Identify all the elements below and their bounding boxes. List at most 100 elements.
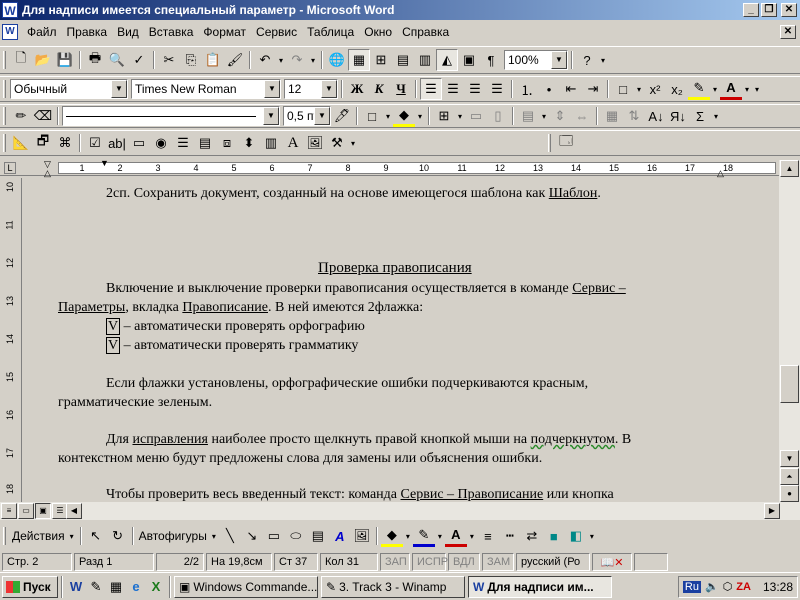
status-extend[interactable]: ВДЛ — [448, 553, 480, 571]
horizontal-scrollbar[interactable]: ≡ ▭ ▣ ☰ ◀ ▶ — [0, 502, 800, 520]
tables-borders-icon[interactable]: ▦ — [348, 49, 370, 71]
numbering-icon[interactable]: ⒈ — [516, 78, 538, 100]
undo-icon[interactable]: ↶ — [254, 49, 276, 71]
save-icon[interactable]: 💾 — [54, 49, 76, 71]
status-overtype[interactable]: ЗАМ — [482, 553, 514, 571]
columns-icon[interactable]: ▥ — [414, 49, 436, 71]
open-folder-icon[interactable]: 📂 — [32, 49, 54, 71]
print-layout-icon[interactable]: ▣ — [35, 503, 51, 519]
toggle-button-control-icon[interactable]: ⧈ — [216, 132, 238, 154]
fill-color-dropdown-icon[interactable]: ▾ — [403, 532, 413, 541]
status-record[interactable]: ЗАП — [380, 553, 410, 571]
align-center-icon[interactable]: ☰ — [442, 78, 464, 100]
increase-indent-icon[interactable]: ⇥ — [582, 78, 604, 100]
document-map-icon[interactable]: ▣ — [458, 49, 480, 71]
sort-descending-icon[interactable]: Я↓ — [667, 105, 689, 127]
normal-view-icon[interactable]: ≡ — [1, 503, 17, 519]
style-combo[interactable]: Обычный ▼ — [10, 79, 128, 99]
volume-icon[interactable]: 🔈 — [705, 580, 719, 593]
toolbar-handle[interactable] — [3, 527, 6, 545]
drawing-icon[interactable]: ◭ — [436, 49, 458, 71]
underline-button[interactable]: Ч — [390, 78, 412, 100]
menu-format[interactable]: Формат — [198, 25, 251, 39]
winamp-quicklaunch-icon[interactable]: ▦ — [106, 577, 126, 597]
more-buttons-icon[interactable]: ▾ — [752, 85, 762, 94]
undo-dropdown-icon[interactable]: ▾ — [276, 56, 286, 65]
new-document-icon[interactable]: 🗋 — [10, 49, 32, 71]
vertical-scrollbar[interactable]: ▲ ▼ ⏶ ● — [779, 160, 800, 502]
autosum-icon[interactable]: Σ — [689, 105, 711, 127]
design-mode-icon[interactable]: 📐 — [10, 132, 32, 154]
combobox-control-icon[interactable]: ▤ — [194, 132, 216, 154]
print-icon[interactable]: 🖶 — [84, 49, 106, 71]
border-icon[interactable]: □ — [612, 78, 634, 100]
horizontal-ruler[interactable]: L 1 2 3 4 5 6 7 8 9 10 11 12 13 14 15 16… — [0, 158, 800, 178]
word-app-icon[interactable]: W — [2, 2, 18, 18]
align-dropdown-icon[interactable]: ▾ — [539, 112, 549, 121]
line-color-icon[interactable]: ✎ — [412, 525, 435, 547]
insert-table-icon[interactable]: ⊞ — [370, 49, 392, 71]
more-buttons-icon[interactable]: ▾ — [711, 112, 721, 121]
properties-icon[interactable]: 🗗 — [32, 132, 54, 154]
show-hide-icon[interactable]: ¶ — [480, 49, 502, 71]
pencil-quicklaunch-icon[interactable]: ✎ — [86, 577, 106, 597]
option-button-control-icon[interactable]: ◉ — [150, 132, 172, 154]
task-windows-commander[interactable]: ▣ Windows Commande... — [174, 575, 318, 598]
border-color-icon[interactable]: 🖊 — [331, 105, 353, 127]
dash-style-icon[interactable]: ┅ — [499, 525, 521, 547]
bold-button[interactable]: Ж — [346, 78, 368, 100]
ie-quicklaunch-icon[interactable]: e — [126, 577, 146, 597]
select-objects-icon[interactable]: ↖ — [85, 525, 107, 547]
insert-table-dropdown-icon[interactable]: ▾ — [455, 112, 465, 121]
menu-tools[interactable]: Сервис — [251, 25, 302, 39]
ruler-scale[interactable]: 1 2 3 4 5 6 7 8 9 10 11 12 13 14 15 16 1… — [58, 162, 776, 174]
start-button[interactable]: Пуск — [2, 575, 58, 598]
free-rotate-icon[interactable]: ↻ — [107, 525, 129, 547]
merge-cells-icon[interactable]: ▭ — [465, 105, 487, 127]
table-autoformat-icon[interactable]: ▦ — [601, 105, 623, 127]
task-word-document[interactable]: W Для надписи им... — [468, 575, 612, 598]
maximize-button[interactable]: ❐ — [761, 3, 777, 17]
label-control-icon[interactable]: A — [282, 132, 304, 154]
cut-icon[interactable]: ✂ — [158, 49, 180, 71]
more-buttons-icon[interactable]: ▾ — [348, 139, 358, 148]
text-box-icon[interactable]: ▤ — [307, 525, 329, 547]
3d-icon[interactable]: ◧ — [565, 525, 587, 547]
font-color-dropdown-icon[interactable]: ▾ — [467, 532, 477, 541]
autoshapes-menu[interactable]: Автофигуры — [137, 529, 209, 543]
rectangle-tool-icon[interactable]: ▭ — [263, 525, 285, 547]
excel-quicklaunch-icon[interactable]: X — [146, 577, 166, 597]
border-dropdown-icon[interactable]: ▾ — [383, 112, 393, 121]
line-style-icon[interactable]: ≡ — [477, 525, 499, 547]
arrow-tool-icon[interactable]: ↘ — [241, 525, 263, 547]
format-painter-icon[interactable]: 🖌 — [224, 49, 246, 71]
autoshapes-dropdown-icon[interactable]: ▾ — [209, 532, 219, 541]
toolbar-handle[interactable] — [3, 134, 6, 152]
document-icon[interactable]: W — [2, 24, 18, 40]
shading-dropdown-icon[interactable]: ▾ — [415, 112, 425, 121]
decrease-indent-icon[interactable]: ⇤ — [560, 78, 582, 100]
chevron-down-icon[interactable]: ▼ — [321, 80, 337, 98]
listbox-control-icon[interactable]: ☰ — [172, 132, 194, 154]
zoom-combo[interactable]: 100% ▼ — [504, 50, 568, 70]
draw-table-pencil-icon[interactable]: ✏ — [10, 105, 32, 127]
textbox-control-icon[interactable]: ab| — [106, 132, 128, 154]
border-dropdown-icon[interactable]: ▾ — [634, 85, 644, 94]
chevron-down-icon[interactable]: ▼ — [263, 107, 279, 125]
paste-icon[interactable]: 📋 — [202, 49, 224, 71]
chevron-down-icon[interactable]: ▼ — [314, 107, 330, 125]
actions-dropdown-icon[interactable]: ▾ — [67, 532, 77, 541]
font-size-combo[interactable]: 12 ▼ — [284, 79, 338, 99]
highlight-icon[interactable]: ✎ — [688, 78, 710, 100]
toolbar-handle[interactable] — [3, 80, 6, 98]
outside-border-icon[interactable]: □ — [361, 105, 383, 127]
spin-button-control-icon[interactable]: ⬍ — [238, 132, 260, 154]
font-color-icon[interactable]: A — [444, 525, 467, 547]
menu-edit[interactable]: Правка — [62, 25, 113, 39]
menu-table[interactable]: Таблица — [302, 25, 359, 39]
close-button[interactable]: ✕ — [781, 3, 797, 17]
print-preview-icon[interactable]: 🔍 — [106, 49, 128, 71]
menu-help[interactable]: Справка — [397, 25, 454, 39]
shadow-icon[interactable]: ■ — [543, 525, 565, 547]
view-code-icon[interactable]: ⌘ — [54, 132, 76, 154]
